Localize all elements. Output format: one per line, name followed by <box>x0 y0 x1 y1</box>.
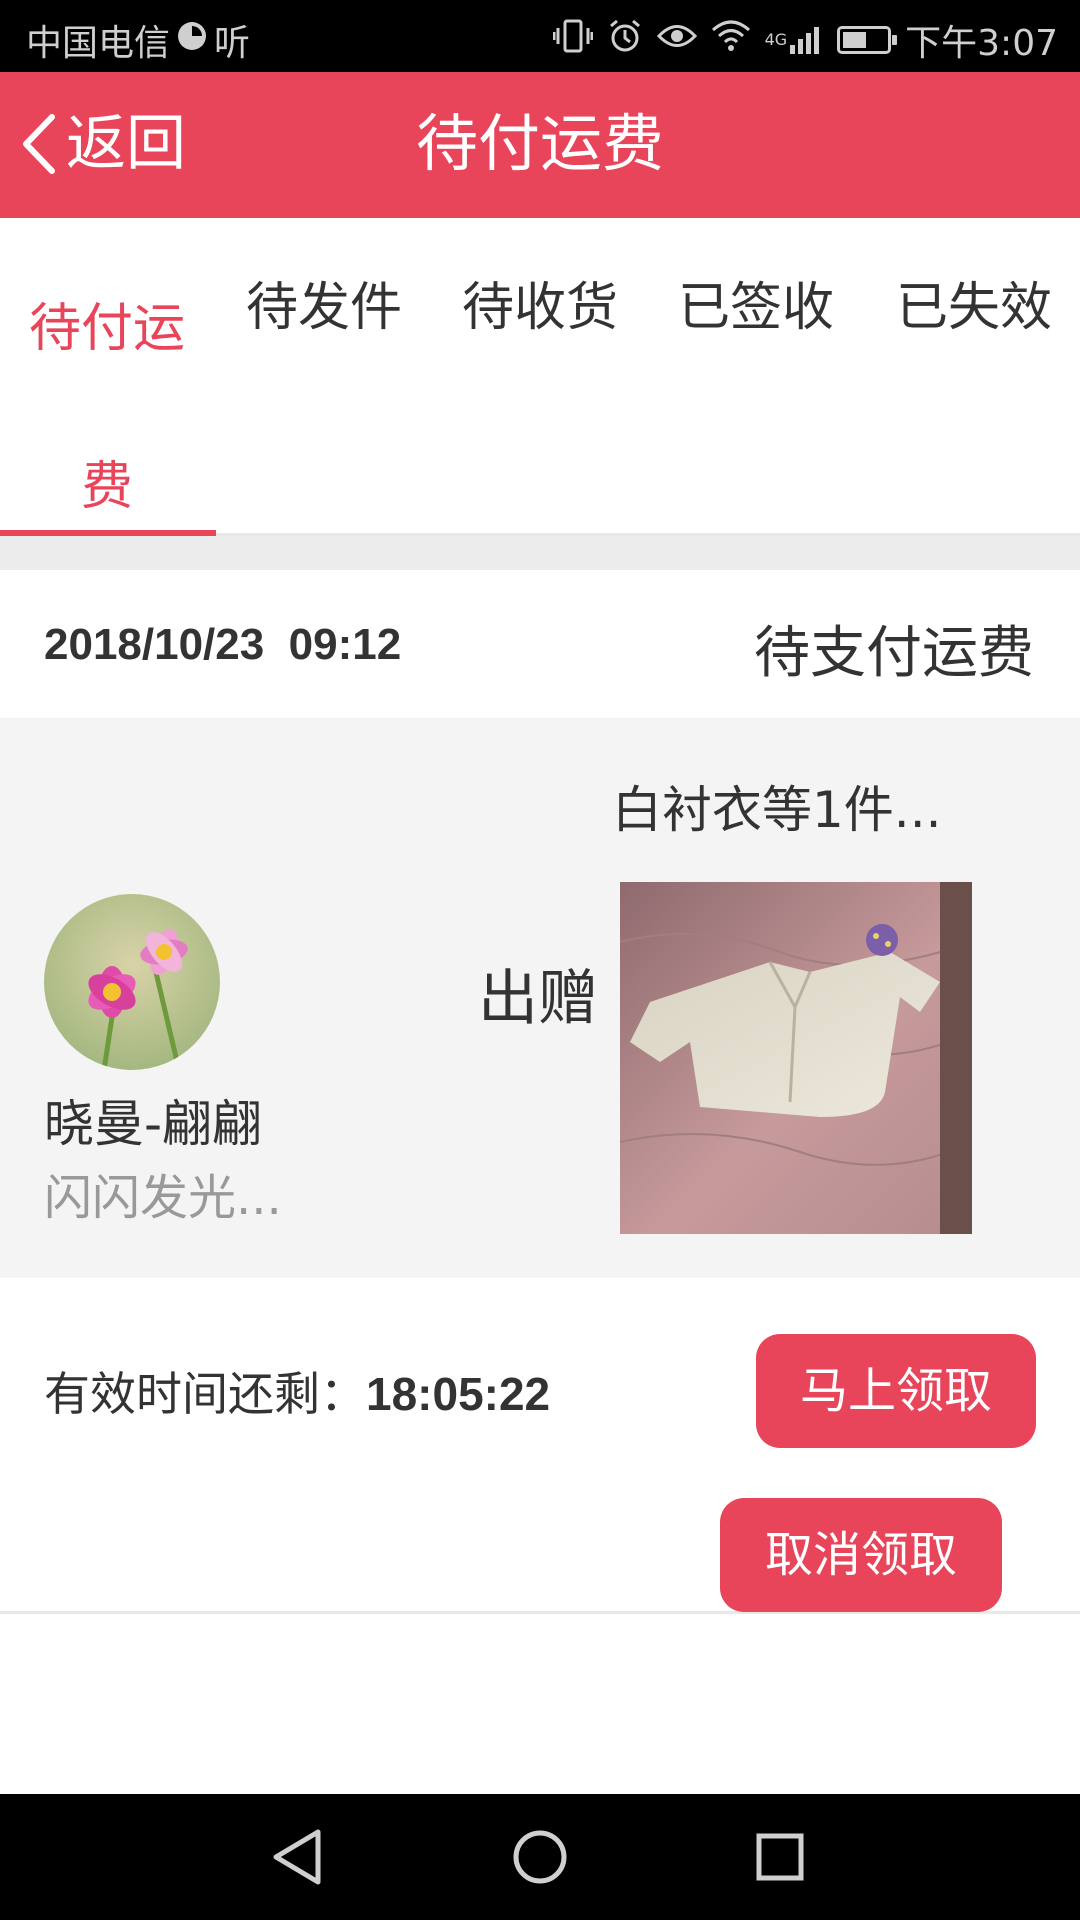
signal-icon: 4G <box>765 25 824 55</box>
order-status: 待支付运费 <box>754 621 1034 686</box>
app-header: 返回 待付运费 <box>0 72 1080 218</box>
status-bar-left: 中国电信 听 <box>26 14 250 66</box>
user-subtitle: 闪闪发光... <box>44 1170 282 1226</box>
section-divider <box>0 536 1080 570</box>
page-title: 待付运费 <box>415 107 664 180</box>
home-circle-icon[interactable] <box>505 1822 575 1892</box>
recents-square-icon[interactable] <box>745 1822 815 1892</box>
status-bar: 中国电信 听 4G 下午3:07 <box>0 0 1080 72</box>
network-type: 4G <box>764 30 788 49</box>
battery-level <box>843 32 867 48</box>
wifi-icon <box>711 20 751 61</box>
item-photo[interactable] <box>620 882 972 1234</box>
alarm-icon <box>607 18 643 63</box>
countdown: 有效时间还剩：18:05:22 <box>44 1358 550 1424</box>
order-card[interactable]: 晓曼-翩翩 闪闪发光... 出赠 白衬衣等1件... <box>0 718 1080 1278</box>
system-nav-bar <box>0 1794 1080 1920</box>
countdown-label: 有效时间还剩： <box>44 1367 366 1421</box>
cancel-claim-button[interactable]: 取消领取 <box>720 1498 1002 1612</box>
carrier-logo-icon <box>176 20 208 61</box>
avatar[interactable] <box>44 894 220 1070</box>
order-status-tabs: 待付运费 待发件 待收货 已签收 已失效 <box>0 218 1080 536</box>
battery-icon <box>837 26 898 54</box>
tab-signed[interactable]: 已签收 <box>678 258 834 358</box>
item-title: 白衬衣等1件... <box>612 781 942 839</box>
clock: 下午3:07 <box>905 23 1058 64</box>
eye-icon <box>656 20 697 60</box>
tab-pending-dispatch[interactable]: 待发件 <box>246 258 402 358</box>
order-datetime: 2018/10/23 09:12 <box>44 620 402 669</box>
carrier-name: 中国电信 <box>26 23 171 64</box>
claim-now-button[interactable]: 马上领取 <box>756 1334 1036 1448</box>
give-away-label: 出赠 <box>478 964 598 1034</box>
tab-pending-receipt[interactable]: 待收货 <box>462 258 618 358</box>
order-footer: 有效时间还剩：18:05:22 马上领取 取消领取 <box>0 1278 1080 1614</box>
user-name: 晓曼-翩翩 <box>44 1095 263 1153</box>
order-header: 2018/10/23 09:12 待支付运费 <box>0 570 1080 718</box>
status-bar-right: 4G 下午3:07 <box>552 14 1058 66</box>
tab-expired[interactable]: 已失效 <box>896 258 1052 358</box>
vibrate-icon <box>552 18 594 63</box>
back-triangle-icon[interactable] <box>262 1822 332 1892</box>
countdown-value: 18:05:22 <box>366 1368 551 1420</box>
listen-label: 听 <box>214 23 251 64</box>
tab-pending-shipping-fee[interactable]: 待付运费 <box>12 250 202 566</box>
